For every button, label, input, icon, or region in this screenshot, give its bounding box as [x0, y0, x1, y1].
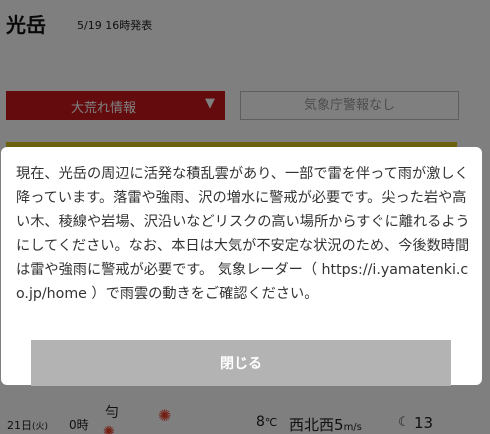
close-button[interactable]: 閉じる — [31, 340, 451, 386]
thunderstorm-alert-modal: 現在、光岳の周辺に活発な積乱雲があり、一部で雷を伴って雨が激しく降っています。落… — [1, 147, 482, 386]
alert-message: 現在、光岳の周辺に活発な積乱雲があり、一部で雷を伴って雨が激しく降っています。落… — [16, 166, 470, 302]
page: 光岳 5/19 16時発表 大荒れ情報 ▼ 気象庁警報なし 21日(火) 0時 … — [0, 0, 490, 434]
